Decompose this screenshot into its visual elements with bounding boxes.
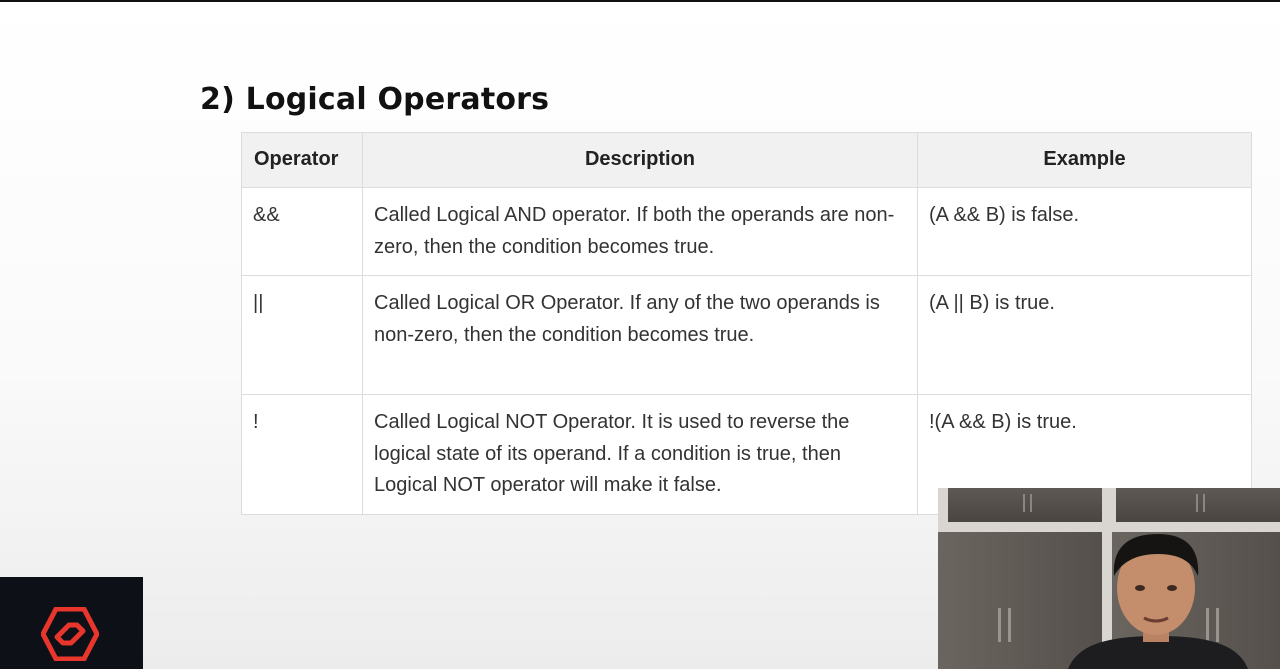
operator-cell: ! <box>241 394 363 515</box>
description-cell: Called Logical NOT Operator. It is used … <box>362 394 918 515</box>
table-row: || Called Logical OR Operator. If any of… <box>241 275 1252 395</box>
example-cell: (A && B) is false. <box>917 187 1252 276</box>
operator-cell: || <box>241 275 363 395</box>
webcam-overlay <box>938 488 1280 669</box>
operators-table: Operator Description Example && Called L… <box>241 132 1252 515</box>
channel-logo-panel <box>0 577 143 669</box>
operator-cell: && <box>241 187 363 276</box>
description-cell: Called Logical AND operator. If both the… <box>362 187 918 276</box>
description-cell: Called Logical OR Operator. If any of th… <box>362 275 918 395</box>
slide-title: 2) Logical Operators <box>200 82 550 117</box>
example-cell: (A || B) is true. <box>917 275 1252 395</box>
table-header-row: Operator Description Example <box>241 132 1252 188</box>
video-frame: 2) Logical Operators Operator Descriptio… <box>0 0 1280 669</box>
header-operator: Operator <box>241 132 363 188</box>
header-description: Description <box>362 132 918 188</box>
header-example: Example <box>917 132 1252 188</box>
top-border <box>0 0 1280 2</box>
presenter-video-image <box>938 488 1280 669</box>
table-row: && Called Logical AND operator. If both … <box>241 187 1252 276</box>
hexagon-s-logo-icon <box>41 607 99 661</box>
